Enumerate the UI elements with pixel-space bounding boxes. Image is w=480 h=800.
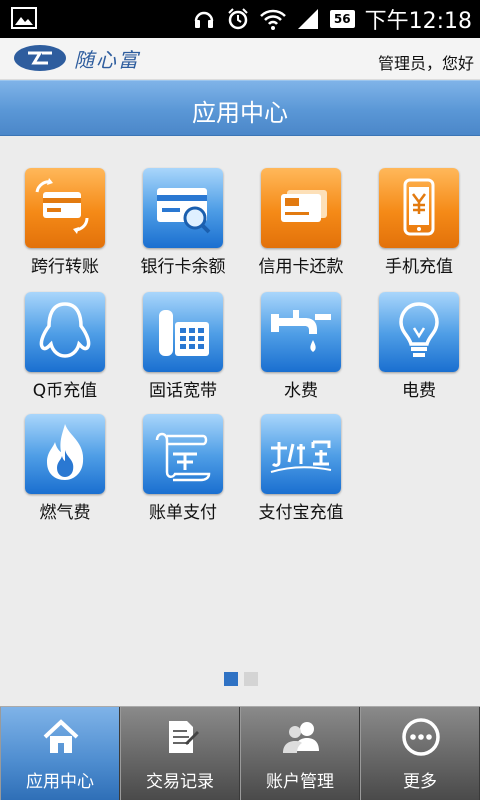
app-tile[interactable]: [143, 292, 223, 372]
user-greeting: 管理员，您好: [377, 54, 474, 73]
app-label: 电费: [402, 381, 436, 401]
users-icon: [283, 722, 319, 753]
more-icon: [402, 718, 440, 756]
visa-card-icon: [281, 190, 327, 222]
qq-penguin-icon: [39, 302, 91, 358]
app-label: 燃气费: [39, 503, 91, 523]
bottom-nav: 应用中心 交易记录 账户管理 更多: [0, 706, 480, 800]
document-icon: [169, 721, 199, 753]
water-tap-icon: [271, 310, 331, 352]
alipay-bill-icon: [155, 432, 211, 482]
app-tile[interactable]: [143, 168, 223, 248]
app-water-bill[interactable]: 水费: [246, 260, 356, 401]
app-card-balance[interactable]: 银行卡余额: [128, 136, 238, 277]
alarm-icon: [228, 8, 248, 30]
nav-label: 交易记录: [146, 772, 214, 792]
app-alipay-recharge[interactable]: 支付宝充值: [246, 382, 356, 523]
app-tile[interactable]: [379, 168, 459, 248]
app-mobile-recharge[interactable]: 手机充值: [364, 136, 474, 277]
card-search-icon: [157, 188, 211, 234]
page-indicator: [224, 672, 258, 686]
alipay-logo-icon: [270, 440, 332, 473]
image-notification-icon: [11, 7, 37, 29]
nav-more[interactable]: 更多: [360, 707, 480, 800]
app-label: 支付宝充值: [258, 503, 344, 523]
status-bar: 56 下午12:18: [0, 0, 480, 38]
app-credit-card-repay[interactable]: 信用卡还款: [246, 136, 356, 277]
wifi-icon: [260, 9, 286, 30]
app-tile[interactable]: [25, 414, 105, 494]
nav-label: 应用中心: [26, 772, 94, 792]
nav-app-center[interactable]: 应用中心: [0, 707, 120, 800]
app-tile[interactable]: [25, 292, 105, 372]
app-tile[interactable]: [25, 168, 105, 248]
nav-label: 账户管理: [266, 772, 334, 792]
app-tile[interactable]: [261, 414, 341, 494]
app-electricity-bill[interactable]: 电费: [364, 260, 474, 401]
light-bulb-icon: [399, 302, 439, 357]
app-tile[interactable]: [261, 168, 341, 248]
page-dot-1[interactable]: [224, 672, 238, 686]
telephone-icon: [159, 310, 209, 356]
app-gas-bill[interactable]: 燃气费: [10, 382, 120, 523]
app-cross-bank-transfer[interactable]: 跨行转账: [10, 136, 120, 277]
battery-level: 56: [329, 10, 355, 28]
signal-icon: [297, 9, 318, 29]
app-landline-broadband[interactable]: 固话宽带: [128, 260, 238, 401]
app-tile[interactable]: [261, 292, 341, 372]
nav-account-management[interactable]: 账户管理: [240, 707, 360, 800]
phone-yuan-icon: [403, 178, 435, 236]
brand-bar: 随心富 管理员，您好: [0, 38, 480, 80]
app-bill-payment[interactable]: 账单支付: [128, 382, 238, 523]
nav-label: 更多: [403, 772, 437, 792]
home-icon: [43, 719, 79, 753]
app-label: 账单支付: [149, 503, 217, 523]
headset-icon: [194, 11, 214, 28]
logo-mark-icon: [14, 45, 66, 71]
app-q-coin-recharge[interactable]: Q币充值: [10, 260, 120, 401]
app-tile[interactable]: [143, 414, 223, 494]
flame-icon: [47, 424, 84, 480]
logo-text: 随心富: [74, 47, 140, 72]
nav-transactions[interactable]: 交易记录: [120, 707, 240, 800]
page-dot-2[interactable]: [244, 672, 258, 686]
app-tile[interactable]: [379, 292, 459, 372]
clock: 下午12:18: [364, 9, 472, 34]
page-title: 应用中心: [192, 99, 288, 127]
app-logo: 随心富: [12, 43, 140, 73]
card-transfer-icon: [35, 178, 89, 234]
title-bar: 应用中心: [0, 80, 480, 136]
